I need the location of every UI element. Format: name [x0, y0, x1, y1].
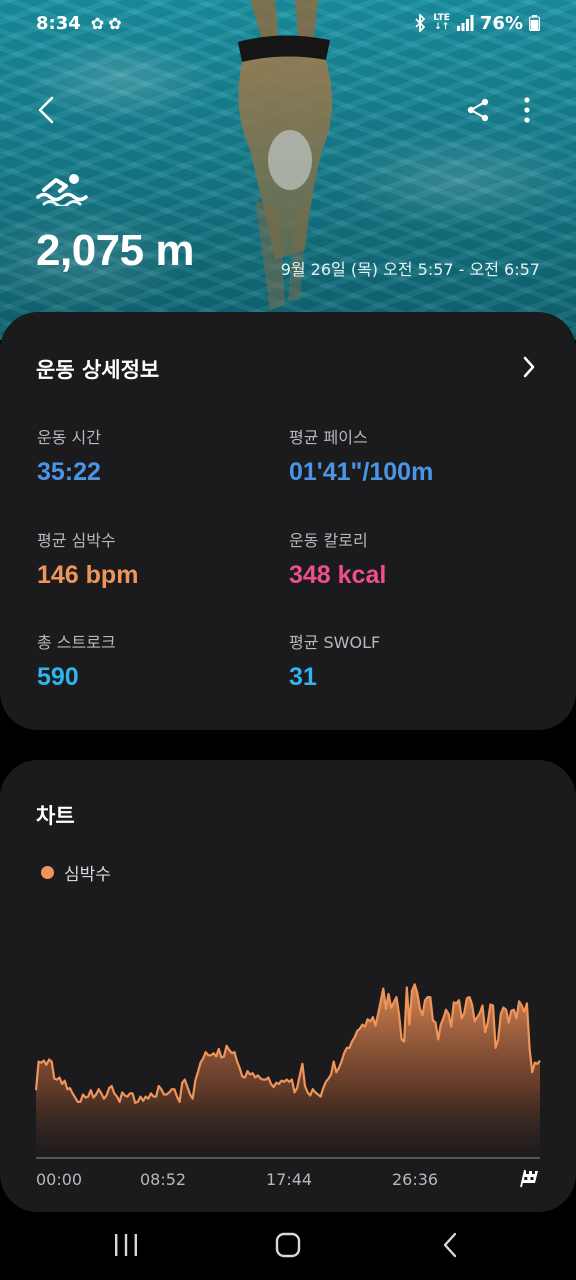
- back-nav-button[interactable]: [420, 1222, 480, 1268]
- home-button[interactable]: [258, 1222, 318, 1268]
- x-tick-label: 00:00: [36, 1170, 83, 1189]
- recent-apps-icon: [115, 1234, 137, 1256]
- finish-flag-icon: [520, 1169, 538, 1188]
- heart-rate-chart: [34, 983, 541, 1159]
- recent-apps-button[interactable]: [96, 1222, 156, 1268]
- back-icon: [443, 1232, 457, 1258]
- x-tick-label: 26:36: [392, 1170, 439, 1189]
- x-tick-label: 08:52: [140, 1170, 187, 1189]
- system-navigation-bar: [0, 1212, 576, 1280]
- home-icon: [275, 1232, 301, 1258]
- x-tick-label: 17:44: [266, 1170, 313, 1189]
